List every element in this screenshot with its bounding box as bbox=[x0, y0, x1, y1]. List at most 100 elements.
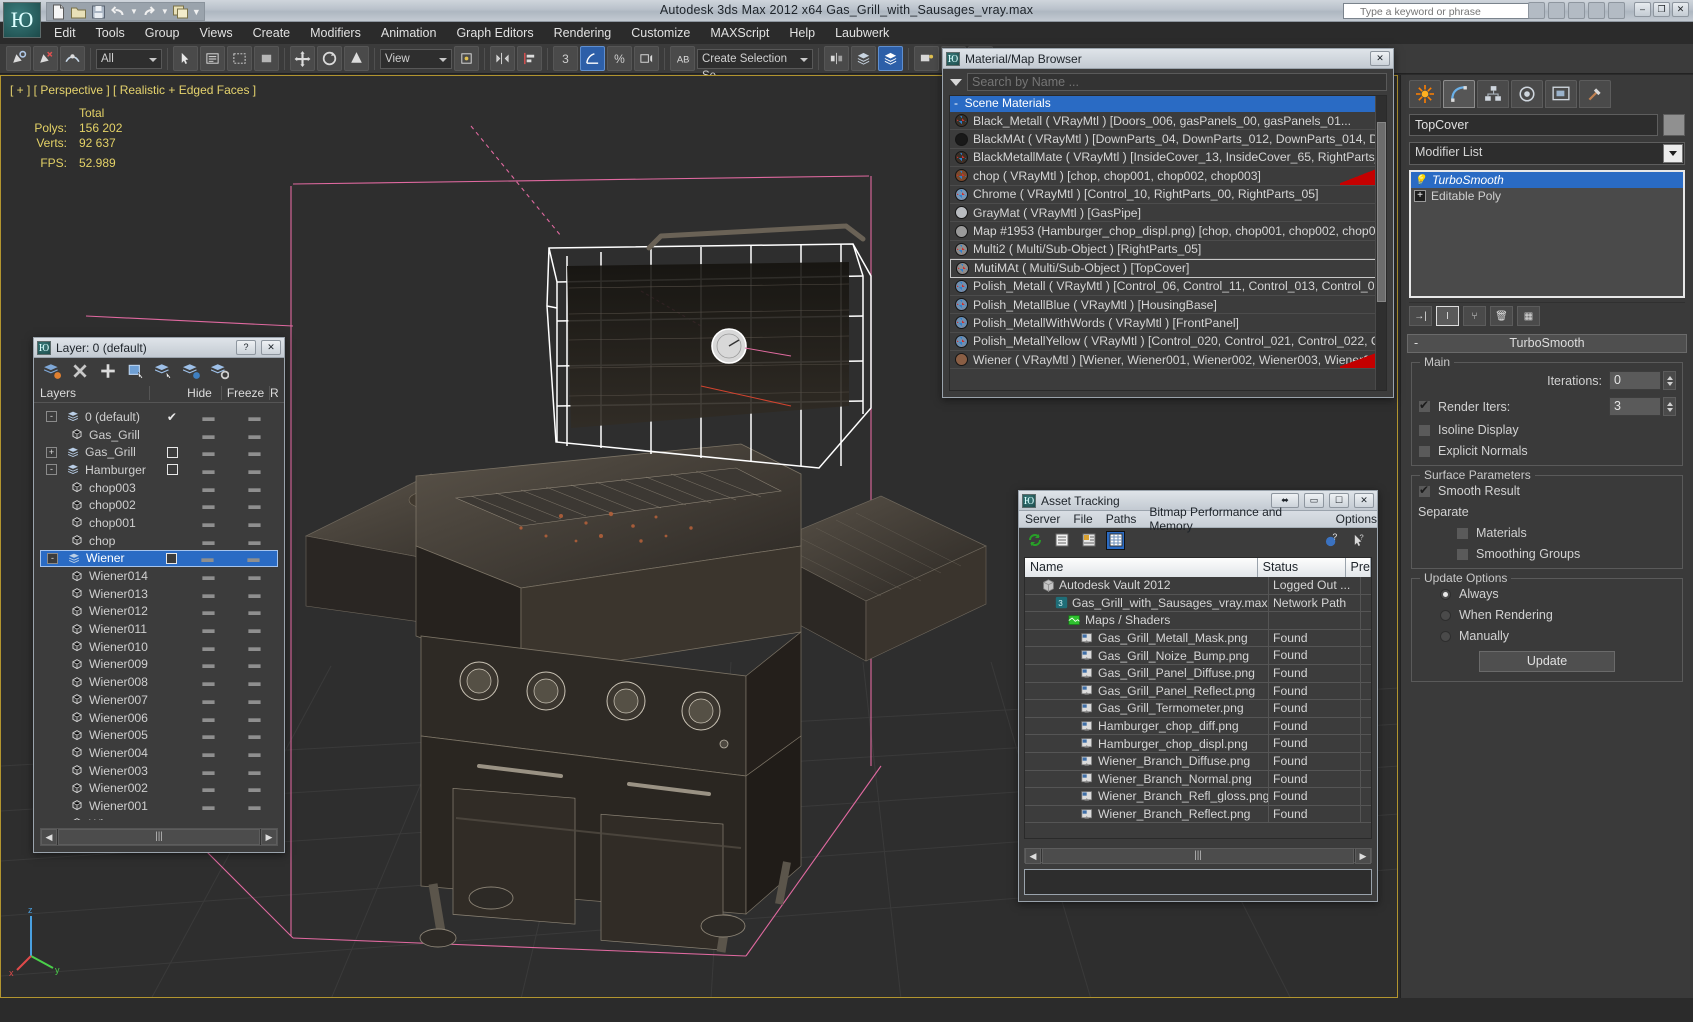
rollout-header[interactable]: - TurboSmooth bbox=[1407, 334, 1687, 353]
modifier-list-dropdown[interactable]: Modifier List bbox=[1409, 142, 1685, 165]
asset-horizontal-scrollbar[interactable]: ◀ ||| ▶ bbox=[1024, 847, 1372, 864]
layer-freeze-toggle[interactable]: ▬ bbox=[230, 569, 278, 583]
layer-freeze-toggle[interactable]: ▬ bbox=[230, 817, 278, 820]
layer-freeze-toggle[interactable]: ▬ bbox=[230, 711, 278, 725]
layer-row[interactable]: - Hamburger ▬ ▬ bbox=[40, 461, 278, 479]
render-iters-field[interactable]: 3 bbox=[1609, 397, 1661, 416]
rectangular-selection-region-icon[interactable] bbox=[227, 46, 252, 71]
asset-row[interactable]: Wiener_Branch_Refl_gloss.png Found bbox=[1025, 788, 1371, 806]
update-when-rendering-row[interactable]: When Rendering bbox=[1418, 608, 1676, 622]
layer-window-titlebar[interactable]: Ю Layer: 0 (default) ? ✕ bbox=[34, 338, 284, 358]
render-iters-checkbox[interactable] bbox=[1418, 398, 1431, 413]
select-and-move-icon[interactable] bbox=[290, 46, 315, 71]
layer-horizontal-scrollbar[interactable]: ◀ ||| ▶ bbox=[40, 828, 278, 846]
layer-hide-toggle[interactable]: ▬ bbox=[185, 551, 229, 565]
material-row[interactable]: GrayMat ( VRayMtl ) [GasPipe] bbox=[950, 204, 1386, 223]
layer-row[interactable]: + Gas_Grill ▬ ▬ bbox=[40, 443, 278, 461]
scroll-right-icon[interactable]: ▶ bbox=[261, 829, 277, 845]
modifier-stack[interactable]: 💡 TurboSmooth + Editable Poly bbox=[1409, 170, 1685, 298]
layer-hide-toggle[interactable]: ▬ bbox=[186, 657, 230, 671]
tab-create[interactable] bbox=[1409, 80, 1441, 108]
close-button[interactable]: ✕ bbox=[1672, 2, 1689, 17]
material-row[interactable]: Wiener ( VRayMtl ) [Wiener, Wiener001, W… bbox=[950, 351, 1386, 370]
layer-freeze-toggle[interactable]: ▬ bbox=[230, 657, 278, 671]
asset-close-button[interactable]: ✕ bbox=[1354, 493, 1374, 508]
menu-edit[interactable]: Edit bbox=[44, 25, 86, 41]
pin-stack-icon[interactable]: →| bbox=[1409, 306, 1432, 326]
named-selection-set-combo[interactable]: Create Selection Se bbox=[697, 48, 813, 82]
undo-icon[interactable] bbox=[110, 4, 127, 20]
layer-manager-icon[interactable] bbox=[851, 46, 876, 71]
edit-named-selection-sets-icon[interactable]: ABC bbox=[670, 46, 695, 71]
layer-freeze-toggle[interactable]: ▬ bbox=[229, 551, 277, 565]
collapse-icon[interactable]: - bbox=[46, 464, 57, 476]
column-hide[interactable]: Hide bbox=[178, 386, 222, 400]
layer-row[interactable]: Wiener012 ▬ ▬ bbox=[40, 603, 278, 621]
layer-freeze-toggle[interactable]: ▬ bbox=[230, 587, 278, 601]
asset-row[interactable]: Wiener_Branch_Reflect.png Found bbox=[1025, 805, 1371, 824]
layer-row[interactable]: Wiener ▬▬ bbox=[40, 815, 278, 820]
layer-row[interactable]: Wiener001 ▬ ▬ bbox=[40, 797, 278, 815]
layer-row[interactable]: -0 (default) ✔ ▬ ▬ bbox=[40, 408, 278, 426]
layer-row[interactable]: Wiener008 ▬ ▬ bbox=[40, 673, 278, 691]
menu-modifiers[interactable]: Modifiers bbox=[300, 25, 371, 41]
iterations-field[interactable]: 0 bbox=[1609, 371, 1661, 390]
scroll-right-icon[interactable]: ▶ bbox=[1355, 847, 1371, 864]
tab-hierarchy[interactable] bbox=[1477, 80, 1509, 108]
select-and-rotate-icon[interactable] bbox=[317, 46, 342, 71]
collapse-icon[interactable]: - bbox=[46, 411, 57, 423]
project-folder-icon[interactable] bbox=[172, 4, 189, 20]
smoothing-groups-checkbox[interactable] bbox=[1456, 547, 1469, 561]
update-always-row[interactable]: Always bbox=[1418, 587, 1676, 601]
layer-row[interactable]: Wiener010 ▬ ▬ bbox=[40, 638, 278, 656]
menu-laubwerk[interactable]: Laubwerk bbox=[825, 25, 899, 41]
global-help-icon[interactable]: ? bbox=[1323, 531, 1342, 550]
material-row[interactable]: chop ( VRayMtl ) [chop, chop001, chop002… bbox=[950, 167, 1386, 186]
layer-row[interactable]: Wiener005 ▬ ▬ bbox=[40, 726, 278, 744]
layer-freeze-toggle[interactable]: ▬ bbox=[230, 410, 278, 424]
layer-active-checkbox[interactable] bbox=[166, 464, 178, 476]
render-setup-icon[interactable] bbox=[914, 46, 939, 71]
open-file-icon[interactable] bbox=[70, 4, 87, 20]
asset-row[interactable]: Maps / Shaders bbox=[1025, 612, 1371, 630]
configure-modifier-sets-icon[interactable]: ▦ bbox=[1517, 306, 1540, 326]
update-always-radio[interactable] bbox=[1440, 588, 1451, 600]
spinner-snap-icon[interactable] bbox=[634, 46, 659, 71]
column-render[interactable]: R bbox=[270, 386, 284, 400]
percent-snap-icon[interactable]: % bbox=[607, 46, 632, 71]
minimize-button[interactable]: – bbox=[1634, 2, 1651, 17]
align-icon[interactable] bbox=[517, 46, 542, 71]
layer-row[interactable]: chop ▬ ▬ bbox=[40, 532, 278, 550]
highlight-selected-objects-icon[interactable] bbox=[182, 362, 201, 381]
menu-tools[interactable]: Tools bbox=[86, 25, 135, 41]
layer-hide-toggle[interactable]: ▬ bbox=[186, 728, 230, 742]
asset-column-status[interactable]: Status bbox=[1258, 558, 1346, 577]
update-manually-radio[interactable] bbox=[1440, 630, 1451, 642]
menu-maxscript[interactable]: MAXScript bbox=[700, 25, 779, 41]
asset-row[interactable]: Wiener_Branch_Diffuse.png Found bbox=[1025, 752, 1371, 771]
communication-icon[interactable] bbox=[1568, 2, 1585, 19]
layer-hide-toggle[interactable]: ▬ bbox=[186, 481, 230, 495]
material-row[interactable]: BlackMAt ( VRayMtl ) [DownParts_04, Down… bbox=[950, 130, 1386, 149]
asset-row[interactable]: Autodesk Vault 2012 Logged Out ... bbox=[1025, 577, 1371, 595]
material-row[interactable]: Map #1953 (Hamburger_chop_displ.png) [ch… bbox=[950, 222, 1386, 241]
layer-hide-toggle[interactable]: ▬ bbox=[186, 410, 230, 424]
layer-freeze-toggle[interactable]: ▬ bbox=[230, 728, 278, 742]
material-browser-close-button[interactable]: ✕ bbox=[1370, 51, 1390, 66]
layer-freeze-toggle[interactable]: ▬ bbox=[230, 640, 278, 654]
favorites-icon[interactable] bbox=[1588, 2, 1605, 19]
tab-motion[interactable] bbox=[1511, 80, 1543, 108]
material-row[interactable]: BlackMetallMate ( VRayMtl ) [InsideCover… bbox=[950, 149, 1386, 168]
layer-active-cell[interactable]: ✔ bbox=[158, 410, 186, 424]
layer-row[interactable]: chop001 ▬ ▬ bbox=[40, 514, 278, 532]
infocenter-icon[interactable] bbox=[1528, 2, 1545, 19]
scrollbar-thumb[interactable] bbox=[1377, 122, 1386, 302]
material-list[interactable]: - Scene Materials Black_Metall ( VRayMtl… bbox=[949, 95, 1387, 391]
redo-icon[interactable] bbox=[141, 4, 158, 20]
layer-active-checkbox[interactable] bbox=[166, 446, 178, 458]
menu-create[interactable]: Create bbox=[243, 25, 301, 41]
expand-icon[interactable]: + bbox=[46, 446, 57, 458]
layer-row[interactable]: Wiener002 ▬ ▬ bbox=[40, 779, 278, 797]
mirror-objects-icon[interactable] bbox=[824, 46, 849, 71]
material-list-scrollbar[interactable] bbox=[1375, 96, 1386, 390]
